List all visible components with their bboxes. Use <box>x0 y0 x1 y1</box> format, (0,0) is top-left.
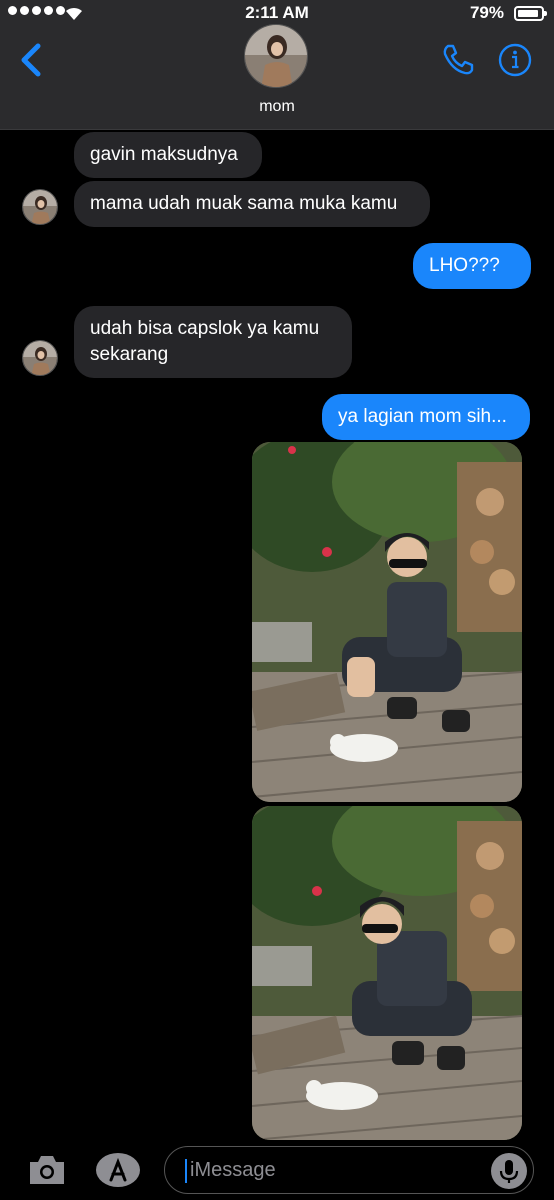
message-bubble-outgoing[interactable]: LHO??? <box>413 243 531 289</box>
camera-icon[interactable] <box>26 1152 68 1188</box>
contact-name: mom <box>259 98 295 115</box>
message-input-placeholder: iMessage <box>190 1159 276 1181</box>
message-bubble-incoming[interactable]: mama udah muak sama muka kamu <box>74 181 430 227</box>
photo-message[interactable] <box>252 806 522 1140</box>
message-bubble-incoming[interactable]: udah bisa capslok ya kamu sekarang <box>74 306 352 378</box>
sender-avatar <box>22 340 58 376</box>
battery-icon <box>514 6 547 21</box>
chevron-left-icon[interactable] <box>18 40 46 80</box>
message-bubble-outgoing[interactable]: ya lagian mom sih... <box>322 394 530 440</box>
text-caret <box>185 1159 187 1183</box>
info-icon[interactable] <box>497 42 533 78</box>
message-input[interactable]: iMessage <box>164 1146 534 1194</box>
sender-avatar <box>22 189 58 225</box>
photo-message[interactable] <box>252 442 522 802</box>
message-bubble-incoming[interactable]: gavin maksudnya <box>74 132 262 178</box>
conversation-header: 2:11 AM 79% mom <box>0 0 554 130</box>
microphone-icon[interactable] <box>491 1153 527 1189</box>
app-store-icon[interactable] <box>94 1150 142 1190</box>
battery-percent: 79% <box>469 3 504 22</box>
phone-icon[interactable] <box>440 42 476 78</box>
contact-avatar[interactable] <box>244 24 308 88</box>
